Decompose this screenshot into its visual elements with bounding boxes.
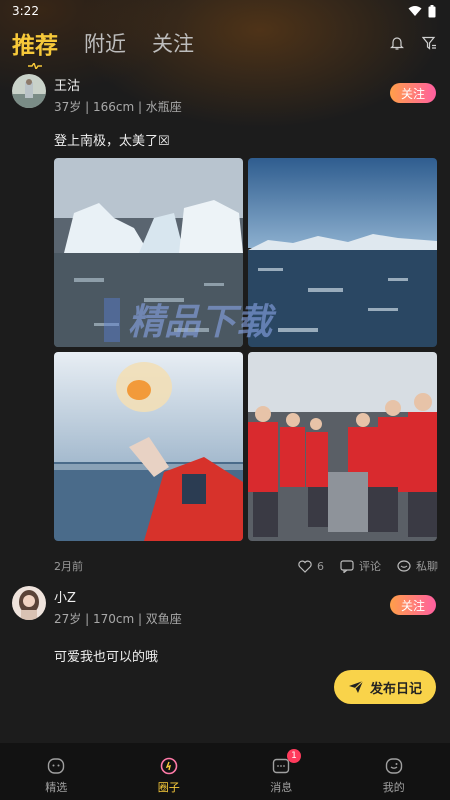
photo-iceberg[interactable] [54, 158, 243, 347]
bell-icon[interactable] [388, 34, 406, 52]
tab-active-indicator [28, 63, 42, 69]
nav-circle-label: 圈子 [157, 781, 180, 794]
publish-label: 发布日记 [369, 681, 422, 697]
user-meta: 37岁 | 166cm | 水瓶座 [54, 100, 182, 114]
comment-button[interactable]: 评论 [340, 558, 381, 574]
tab-nearby[interactable]: 附近 [84, 28, 126, 58]
like-button[interactable]: 6 [298, 560, 324, 573]
user-meta: 27岁 | 170cm | 双鱼座 [54, 612, 182, 626]
follow-button[interactable]: 关注 [390, 595, 436, 615]
avatar[interactable] [12, 74, 46, 108]
circle-icon [160, 757, 178, 775]
comment-icon [340, 559, 354, 573]
photo-red-jackets-group[interactable] [248, 352, 437, 541]
filter-icon[interactable] [420, 34, 438, 52]
nav-messages[interactable]: 1 消息 [225, 743, 338, 800]
top-navigation: 推荐 附近 关注 [0, 24, 450, 69]
tab-recommend[interactable]: 推荐 [12, 26, 58, 69]
comment-label: 评论 [359, 560, 381, 573]
status-bar: 3:22 [0, 0, 450, 22]
battery-icon [428, 4, 436, 17]
nav-profile[interactable]: 我的 [338, 743, 450, 800]
photo-mountains[interactable] [248, 158, 437, 347]
smile-icon [48, 758, 65, 774]
photo-crystal-hand[interactable] [54, 352, 243, 541]
status-icons [408, 4, 436, 18]
bottom-navigation: 精选 圈子 1 消息 我的 [0, 743, 450, 800]
nav-profile-label: 我的 [382, 781, 405, 794]
tab-recommend-label: 推荐 [12, 33, 58, 59]
post-text: 可爱我也可以的哦 [54, 650, 159, 665]
chat-button[interactable]: 私聊 [397, 558, 438, 574]
like-count: 6 [317, 559, 324, 573]
avatar[interactable] [12, 586, 46, 620]
nav-messages-label: 消息 [270, 781, 293, 794]
status-time: 3:22 [12, 4, 39, 18]
follow-button[interactable]: 关注 [390, 83, 436, 103]
chat-icon [397, 559, 411, 572]
tab-following[interactable]: 关注 [152, 28, 194, 58]
user-name[interactable]: 小Z [54, 587, 76, 606]
chat-label: 私聊 [416, 560, 438, 573]
profile-icon [385, 758, 402, 774]
user-name[interactable]: 王沽 [54, 75, 80, 94]
wifi-icon [408, 6, 422, 16]
post-time: 2月前 [54, 560, 83, 573]
message-badge: 1 [287, 749, 301, 763]
publish-diary-button[interactable]: 发布日记 [334, 670, 436, 704]
post-footer: 2月前 6 评论 私聊 [54, 556, 438, 576]
send-icon [348, 680, 364, 693]
nav-featured-label: 精选 [45, 781, 68, 794]
nav-featured[interactable]: 精选 [0, 743, 113, 800]
nav-circle[interactable]: 圈子 [113, 743, 226, 800]
post-text: 登上南极，太美了☒ [54, 134, 170, 149]
photo-grid [54, 158, 437, 542]
heart-icon [298, 560, 312, 573]
